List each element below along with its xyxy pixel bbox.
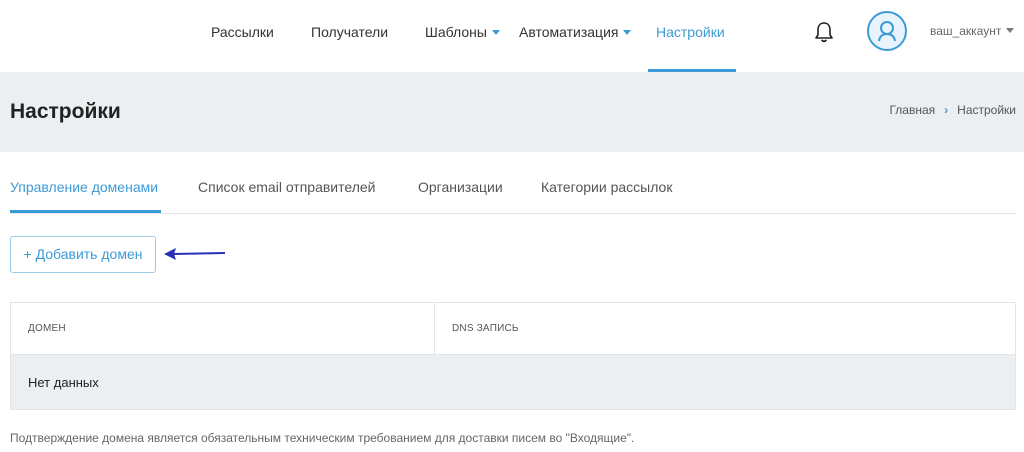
domain-verification-note: Подтверждение домена является обязательн… [10,431,635,445]
domains-table: ДОМЕН DNS ЗАПИСЬ Нет данных [10,302,1016,410]
tab-domain-management[interactable]: Управление доменами [10,179,158,195]
bell-icon[interactable] [814,21,834,43]
tab-active-indicator [10,210,161,213]
nav-item-mailings[interactable]: Рассылки [211,22,274,42]
breadcrumb-current: Настройки [957,103,1016,117]
page-title: Настройки [10,100,121,123]
tab-mailing-categories[interactable]: Категории рассылок [541,179,672,195]
column-divider [434,303,435,354]
table-header-row: ДОМЕН DNS ЗАПИСЬ [11,303,1015,355]
tab-organizations[interactable]: Организации [418,179,503,195]
nav-item-automation[interactable]: Автоматизация [519,22,632,42]
chevron-down-icon [623,29,632,35]
add-domain-button[interactable]: + Добавить домен [10,236,156,273]
nav-item-templates[interactable]: Шаблоны [425,22,500,42]
avatar[interactable] [867,11,907,51]
settings-tabs: Управление доменами Список email отправи… [10,152,1016,214]
account-menu[interactable]: ваш_аккаунт [930,24,1015,38]
chevron-right-icon: › [944,103,949,117]
nav-item-settings[interactable]: Настройки [656,22,725,42]
nav-item-recipients[interactable]: Получатели [311,22,388,42]
chevron-down-icon [1006,28,1015,34]
top-navigation: Рассылки Получатели Шаблоны Автоматизаци… [0,0,1024,72]
table-empty-row: Нет данных [11,355,1015,409]
tab-sender-emails[interactable]: Список email отправителей [198,179,375,195]
column-header-dns-record: DNS ЗАПИСЬ [452,323,519,334]
empty-state-text: Нет данных [28,375,99,390]
user-icon [878,21,896,42]
nav-item-templates-label: Шаблоны [425,24,487,40]
account-name: ваш_аккаунт [930,24,1002,38]
chevron-down-icon [491,29,500,35]
column-header-domain: ДОМЕН [28,323,66,334]
arrow-left-icon [164,248,226,260]
page-header: Настройки Главная › Настройки [0,72,1024,152]
breadcrumb: Главная › Настройки [889,103,1016,117]
breadcrumb-home-link[interactable]: Главная [889,103,935,117]
nav-item-automation-label: Автоматизация [519,24,619,40]
